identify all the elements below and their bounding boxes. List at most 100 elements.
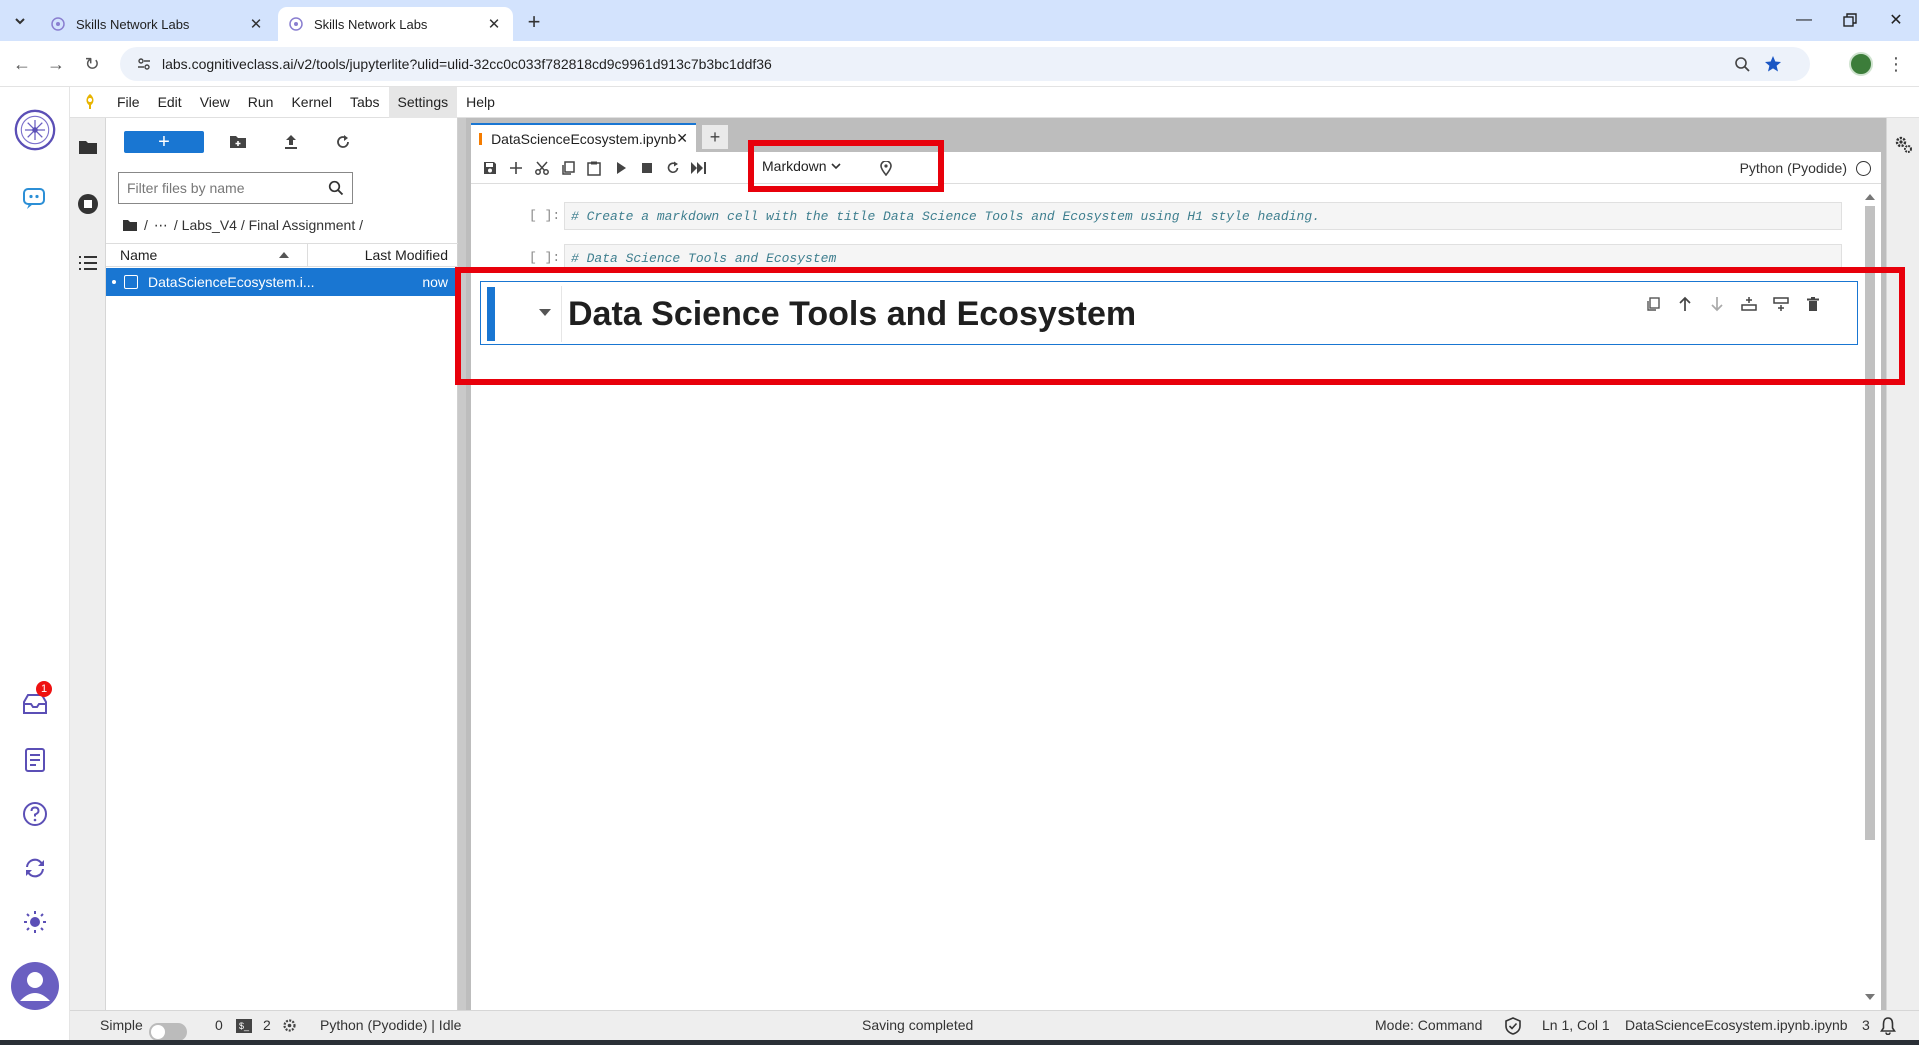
close-notebook-icon[interactable]: ✕: [676, 130, 688, 147]
site-info-icon[interactable]: [136, 56, 152, 72]
menu-tabs[interactable]: Tabs: [341, 87, 389, 118]
menu-kernel[interactable]: Kernel: [282, 87, 340, 118]
cursor-position[interactable]: Ln 1, Col 1: [1542, 1017, 1610, 1033]
taskbar-edge: [0, 1040, 1919, 1045]
tab-search-chevron-icon[interactable]: [7, 8, 33, 34]
table-of-contents-icon[interactable]: [76, 251, 100, 275]
menu-edit[interactable]: Edit: [149, 87, 191, 118]
file-filter-input[interactable]: [127, 180, 328, 196]
breadcrumb-ellipsis[interactable]: ⋯: [154, 217, 168, 234]
restart-kernel-icon[interactable]: [662, 158, 684, 178]
notebook-toolbar: Markdown Python (Pyodide): [471, 152, 1881, 184]
inbox-icon[interactable]: 1: [14, 681, 56, 725]
property-inspector-gear-icon[interactable]: [1893, 134, 1913, 154]
cut-icon[interactable]: [531, 158, 553, 178]
skills-network-logo-icon[interactable]: [14, 109, 56, 151]
notebook-tab-title: DataScienceEcosystem.ipynb: [491, 130, 677, 147]
insert-cell-icon[interactable]: [505, 158, 527, 178]
save-icon[interactable]: [479, 158, 501, 178]
bookmark-star-icon[interactable]: [1764, 55, 1782, 73]
run-cell-icon[interactable]: [610, 158, 632, 178]
terminal-count[interactable]: 0: [215, 1017, 223, 1033]
close-tab-icon[interactable]: ✕: [485, 15, 503, 33]
minimize-icon[interactable]: —: [1781, 4, 1827, 36]
restart-run-all-icon[interactable]: [688, 158, 710, 178]
menu-view[interactable]: View: [191, 87, 239, 118]
menu-file[interactable]: File: [108, 87, 149, 118]
user-avatar-icon[interactable]: [10, 961, 60, 1011]
menu-settings[interactable]: Settings: [388, 86, 458, 118]
jupyter-menu-bar: File Edit View Run Kernel Tabs Settings …: [70, 86, 1919, 118]
browser-tab-strip: Skills Network Labs ✕ Skills Network Lab…: [0, 0, 1919, 41]
theme-toggle-icon[interactable]: [14, 901, 56, 943]
kernel-name[interactable]: Python (Pyodide): [1740, 160, 1847, 176]
editor-mode: Mode: Command: [1375, 1017, 1483, 1033]
upload-icon[interactable]: [279, 131, 303, 153]
sync-icon[interactable]: [14, 847, 56, 889]
restore-icon[interactable]: [1827, 4, 1873, 36]
new-launcher-tab-button[interactable]: +: [702, 125, 728, 149]
code-cell-1[interactable]: # Create a markdown cell with the title …: [564, 202, 1842, 230]
notebook-bookmark-icon: [479, 132, 483, 145]
interrupt-kernel-icon[interactable]: [636, 158, 658, 178]
close-window-icon[interactable]: ✕: [1873, 4, 1919, 36]
notebook-tab[interactable]: DataScienceEcosystem.ipynb ✕: [471, 123, 696, 152]
browser-toolbar: ← → ↻ labs.cognitiveclass.ai/v2/tools/ju…: [0, 41, 1919, 87]
new-tab-button[interactable]: +: [520, 8, 548, 36]
menu-help[interactable]: Help: [457, 87, 504, 118]
paste-icon[interactable]: [583, 158, 605, 178]
back-icon[interactable]: ←: [8, 50, 36, 78]
notebook-tab-bar: DataScienceEcosystem.ipynb ✕ +: [466, 118, 1886, 152]
kernel-count[interactable]: 2: [263, 1017, 271, 1033]
notebook-dock-area: DataScienceEcosystem.ipynb ✕ + Markdown …: [466, 118, 1886, 1010]
file-filter-field[interactable]: [118, 172, 353, 204]
new-launcher-button[interactable]: +: [124, 131, 204, 153]
forward-icon[interactable]: →: [42, 50, 70, 78]
notification-count[interactable]: 3: [1862, 1017, 1870, 1033]
scroll-up-icon[interactable]: [1865, 194, 1875, 200]
notifications-bell-icon[interactable]: [1880, 1017, 1896, 1035]
menu-run[interactable]: Run: [239, 87, 283, 118]
help-icon[interactable]: [14, 793, 56, 835]
trusted-shield-icon[interactable]: [1505, 1017, 1521, 1035]
breadcrumb-root[interactable]: /: [144, 217, 148, 233]
reload-icon[interactable]: ↻: [78, 50, 106, 78]
file-list-header: Name Last Modified: [106, 243, 458, 267]
status-bar: Simple 0 $_ 2 Python (Pyodide) | Idle Sa…: [70, 1010, 1919, 1041]
browser-menu-icon[interactable]: ⋮: [1882, 50, 1910, 78]
zoom-icon[interactable]: [1734, 56, 1750, 72]
last-modified-column-header[interactable]: Last Modified: [308, 244, 458, 266]
notes-icon[interactable]: [14, 739, 56, 781]
breadcrumb-path[interactable]: / Labs_V4 / Final Assignment /: [174, 217, 363, 233]
file-name: DataScienceEcosystem.i...: [148, 274, 315, 290]
name-column-header[interactable]: Name: [106, 244, 308, 266]
search-icon: [328, 180, 344, 196]
file-list-item[interactable]: DataScienceEcosystem.i... now: [106, 268, 458, 296]
close-tab-icon[interactable]: ✕: [247, 15, 265, 33]
cell-prompt: [ ]:: [529, 208, 561, 223]
jupyterlite-logo-icon: [72, 93, 108, 111]
file-browser-folder-icon[interactable]: [76, 135, 100, 159]
address-bar[interactable]: labs.cognitiveclass.ai/v2/tools/jupyterl…: [120, 47, 1810, 81]
browser-tab-1[interactable]: Skills Network Labs ✕: [40, 7, 275, 41]
home-folder-icon[interactable]: [122, 219, 138, 232]
new-folder-icon[interactable]: [226, 131, 250, 153]
cell-prompt: [ ]:: [529, 250, 561, 265]
copy-icon[interactable]: [557, 158, 579, 178]
panel-splitter[interactable]: [458, 118, 466, 1010]
right-side-tabs: [1886, 118, 1919, 1010]
refresh-icon[interactable]: [331, 131, 355, 153]
terminal-icon: $_: [236, 1019, 252, 1033]
scroll-down-icon[interactable]: [1865, 994, 1875, 1000]
kernel-status[interactable]: Python (Pyodide) | Idle: [320, 1017, 461, 1033]
breadcrumb: / ⋯ / Labs_V4 / Final Assignment /: [122, 214, 363, 236]
running-sessions-icon[interactable]: [76, 192, 100, 216]
browser-tab-2[interactable]: Skills Network Labs ✕: [278, 7, 513, 41]
highlight-markdown-cell-box: [455, 267, 1905, 385]
browser-tab-title: Skills Network Labs: [76, 16, 190, 32]
profile-avatar[interactable]: [1849, 52, 1873, 76]
skills-network-favicon-icon: [289, 17, 303, 31]
browser-tab-title: Skills Network Labs: [314, 16, 428, 32]
chat-assistant-icon[interactable]: [14, 178, 56, 220]
simple-mode-toggle[interactable]: [149, 1022, 187, 1041]
